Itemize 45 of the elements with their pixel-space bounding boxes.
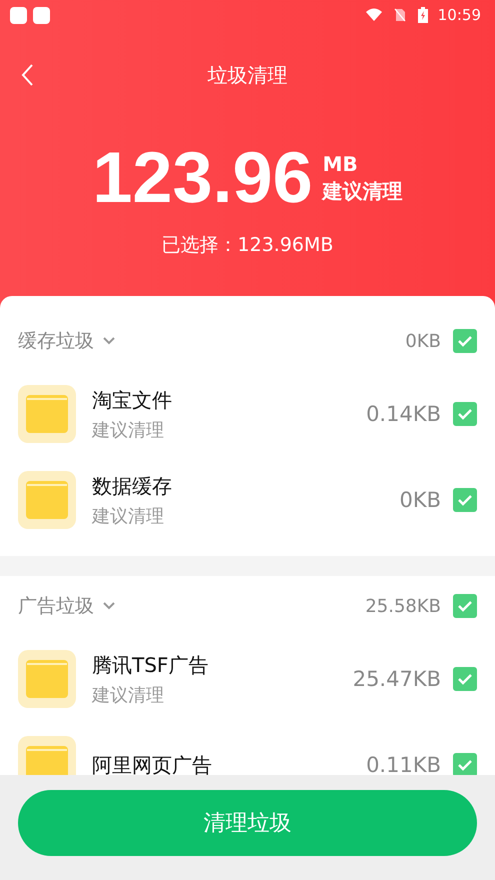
item-name: 阿里网页广告 [92, 752, 212, 775]
selected-size: 已选择：123.96MB [160, 233, 334, 258]
item-name: 淘宝文件 [92, 386, 172, 414]
item-size: 0KB [399, 488, 441, 512]
item-name: 腾讯TSF广告 [92, 652, 208, 678]
check-icon [457, 759, 473, 771]
chevron-icon[interactable] [102, 336, 116, 346]
clean-button[interactable]: 清理垃圾 [18, 790, 477, 856]
check-icon [457, 673, 473, 685]
group-title[interactable]: 缓存垃圾 [18, 328, 94, 354]
group-size: 0KB [405, 330, 441, 352]
check-icon [457, 335, 473, 347]
item-note: 建议清理 [92, 684, 165, 706]
checkbox[interactable] [453, 329, 477, 353]
page-title: 垃圾清理 [208, 62, 288, 88]
item-note: 建议清理 [92, 504, 165, 528]
check-icon [457, 408, 473, 420]
no-sim-icon [394, 8, 406, 22]
checkbox[interactable] [453, 594, 477, 618]
item-name: 数据缓存 [92, 472, 172, 500]
checkbox[interactable] [453, 488, 477, 512]
junk-size: 123.96 [92, 138, 313, 218]
check-icon [457, 494, 473, 506]
checkbox[interactable] [453, 753, 477, 775]
item-size: 0.11KB [366, 753, 441, 775]
notification-icon [10, 6, 27, 24]
checkbox[interactable] [453, 402, 477, 426]
folder-icon [18, 650, 76, 708]
item-note: 建议清理 [92, 418, 165, 442]
group-size: 25.58KB [365, 596, 441, 616]
item-size: 25.47KB [352, 667, 441, 691]
advice-label: 建议清理 [322, 178, 403, 204]
folder-icon [18, 471, 76, 529]
item-size: 0.14KB [366, 402, 441, 426]
folder-icon [18, 385, 76, 443]
clock-time: 10:59 [438, 6, 481, 24]
chevron-icon[interactable] [102, 601, 116, 611]
back-icon[interactable] [20, 63, 34, 87]
group-title[interactable]: 广告垃圾 [18, 593, 94, 619]
checkbox[interactable] [453, 667, 477, 691]
size-unit: MB [322, 152, 359, 176]
notification-icon [33, 6, 50, 24]
battery-charging-icon [418, 7, 428, 23]
check-icon [457, 600, 473, 612]
wifi-icon [366, 8, 382, 22]
